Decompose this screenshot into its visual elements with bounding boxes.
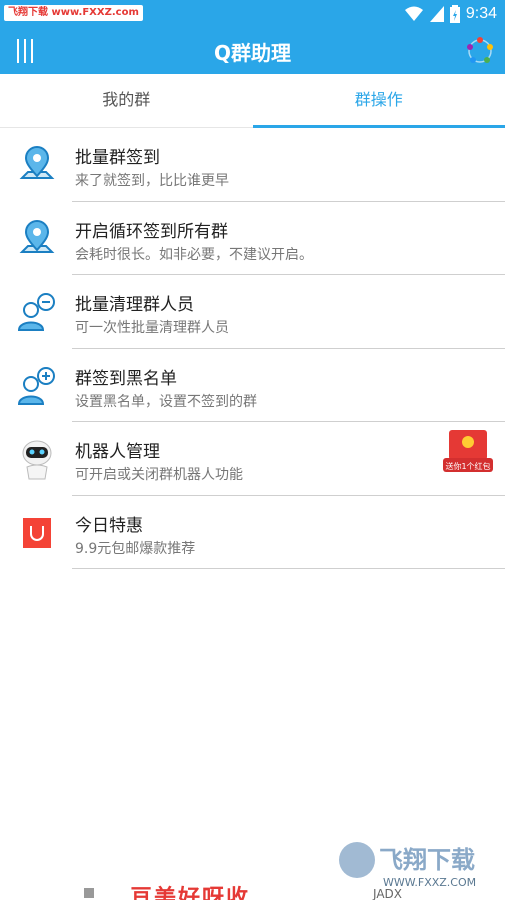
list-item-batch-clean-members[interactable]: 批量清理群人员 可一次性批量清理群人员	[0, 275, 505, 349]
list-item-batch-checkin[interactable]: 批量群签到 来了就签到，比比谁更早	[0, 128, 505, 202]
watermark-badge: 飞翔下载 www.FXXZ.com	[4, 5, 143, 21]
signal-icon	[429, 6, 444, 22]
list-item-checkin-blacklist[interactable]: 群签到黑名单 设置黑名单，设置不签到的群	[0, 349, 505, 422]
divider	[72, 568, 505, 569]
watermark-sub: JADX	[372, 887, 402, 900]
watermark-logo: 飞翔下载 WWW.FXXZ.COM JADX	[339, 842, 476, 900]
battery-icon	[449, 5, 460, 23]
robot-icon	[14, 436, 60, 482]
watermark-brand: 飞翔下载	[379, 846, 475, 874]
list-item-robot-management[interactable]: 机器人管理 可开启或关闭群机器人功能 送你1个红包	[0, 422, 505, 496]
user-minus-icon	[14, 289, 60, 335]
ad-banner-text[interactable]: 亘美好呀收	[130, 880, 250, 900]
action-list: 批量群签到 来了就签到，比比谁更早 开启循环签到所有群 会耗时很长。如非必要，不…	[0, 128, 505, 569]
list-item-subtitle: 设置黑名单，设置不签到的群	[75, 393, 257, 410]
red-envelope-label: 送你1个红包	[445, 461, 490, 471]
wifi-icon	[404, 6, 423, 21]
list-item-title: 机器人管理	[75, 442, 160, 462]
app-bar: Q群助理	[0, 28, 505, 74]
list-item-title: 批量清理群人员	[75, 295, 194, 315]
map-pin-icon	[14, 142, 60, 188]
status-bar: 飞翔下载 www.FXXZ.com 9:34	[0, 0, 505, 28]
ad-thumb	[84, 888, 94, 898]
list-item-subtitle: 可一次性批量清理群人员	[75, 320, 229, 336]
shopping-bag-icon	[14, 510, 60, 556]
status-icons: 9:34	[404, 4, 497, 24]
list-item-title: 开启循环签到所有群	[75, 221, 228, 242]
list-item-title: 批量群签到	[75, 148, 160, 168]
map-pin-icon	[14, 216, 60, 262]
tab-group-actions[interactable]: 群操作	[252, 74, 505, 128]
loading-spinner-icon[interactable]	[465, 36, 495, 66]
list-item-subtitle: 会耗时很长。如非必要，不建议开启。	[75, 246, 313, 263]
list-item-title: 群签到黑名单	[75, 368, 177, 389]
tab-bar: 我的群 群操作	[0, 74, 505, 128]
list-item-subtitle: 9.9元包邮爆款推荐	[75, 540, 196, 557]
user-plus-icon	[14, 363, 60, 409]
list-item-subtitle: 来了就签到，比比谁更早	[75, 173, 229, 189]
clock: 9:34	[465, 5, 497, 22]
list-item-title: 今日特惠	[75, 515, 143, 536]
list-item-loop-checkin[interactable]: 开启循环签到所有群 会耗时很长。如非必要，不建议开启。	[0, 202, 505, 275]
tab-my-groups[interactable]: 我的群	[0, 74, 253, 127]
page-title: Q群助理	[213, 41, 291, 65]
list-item-daily-deals[interactable]: 今日特惠 9.9元包邮爆款推荐	[0, 496, 505, 569]
red-envelope-icon[interactable]: 送你1个红包	[441, 428, 495, 478]
list-item-subtitle: 可开启或关闭群机器人功能	[75, 467, 243, 483]
